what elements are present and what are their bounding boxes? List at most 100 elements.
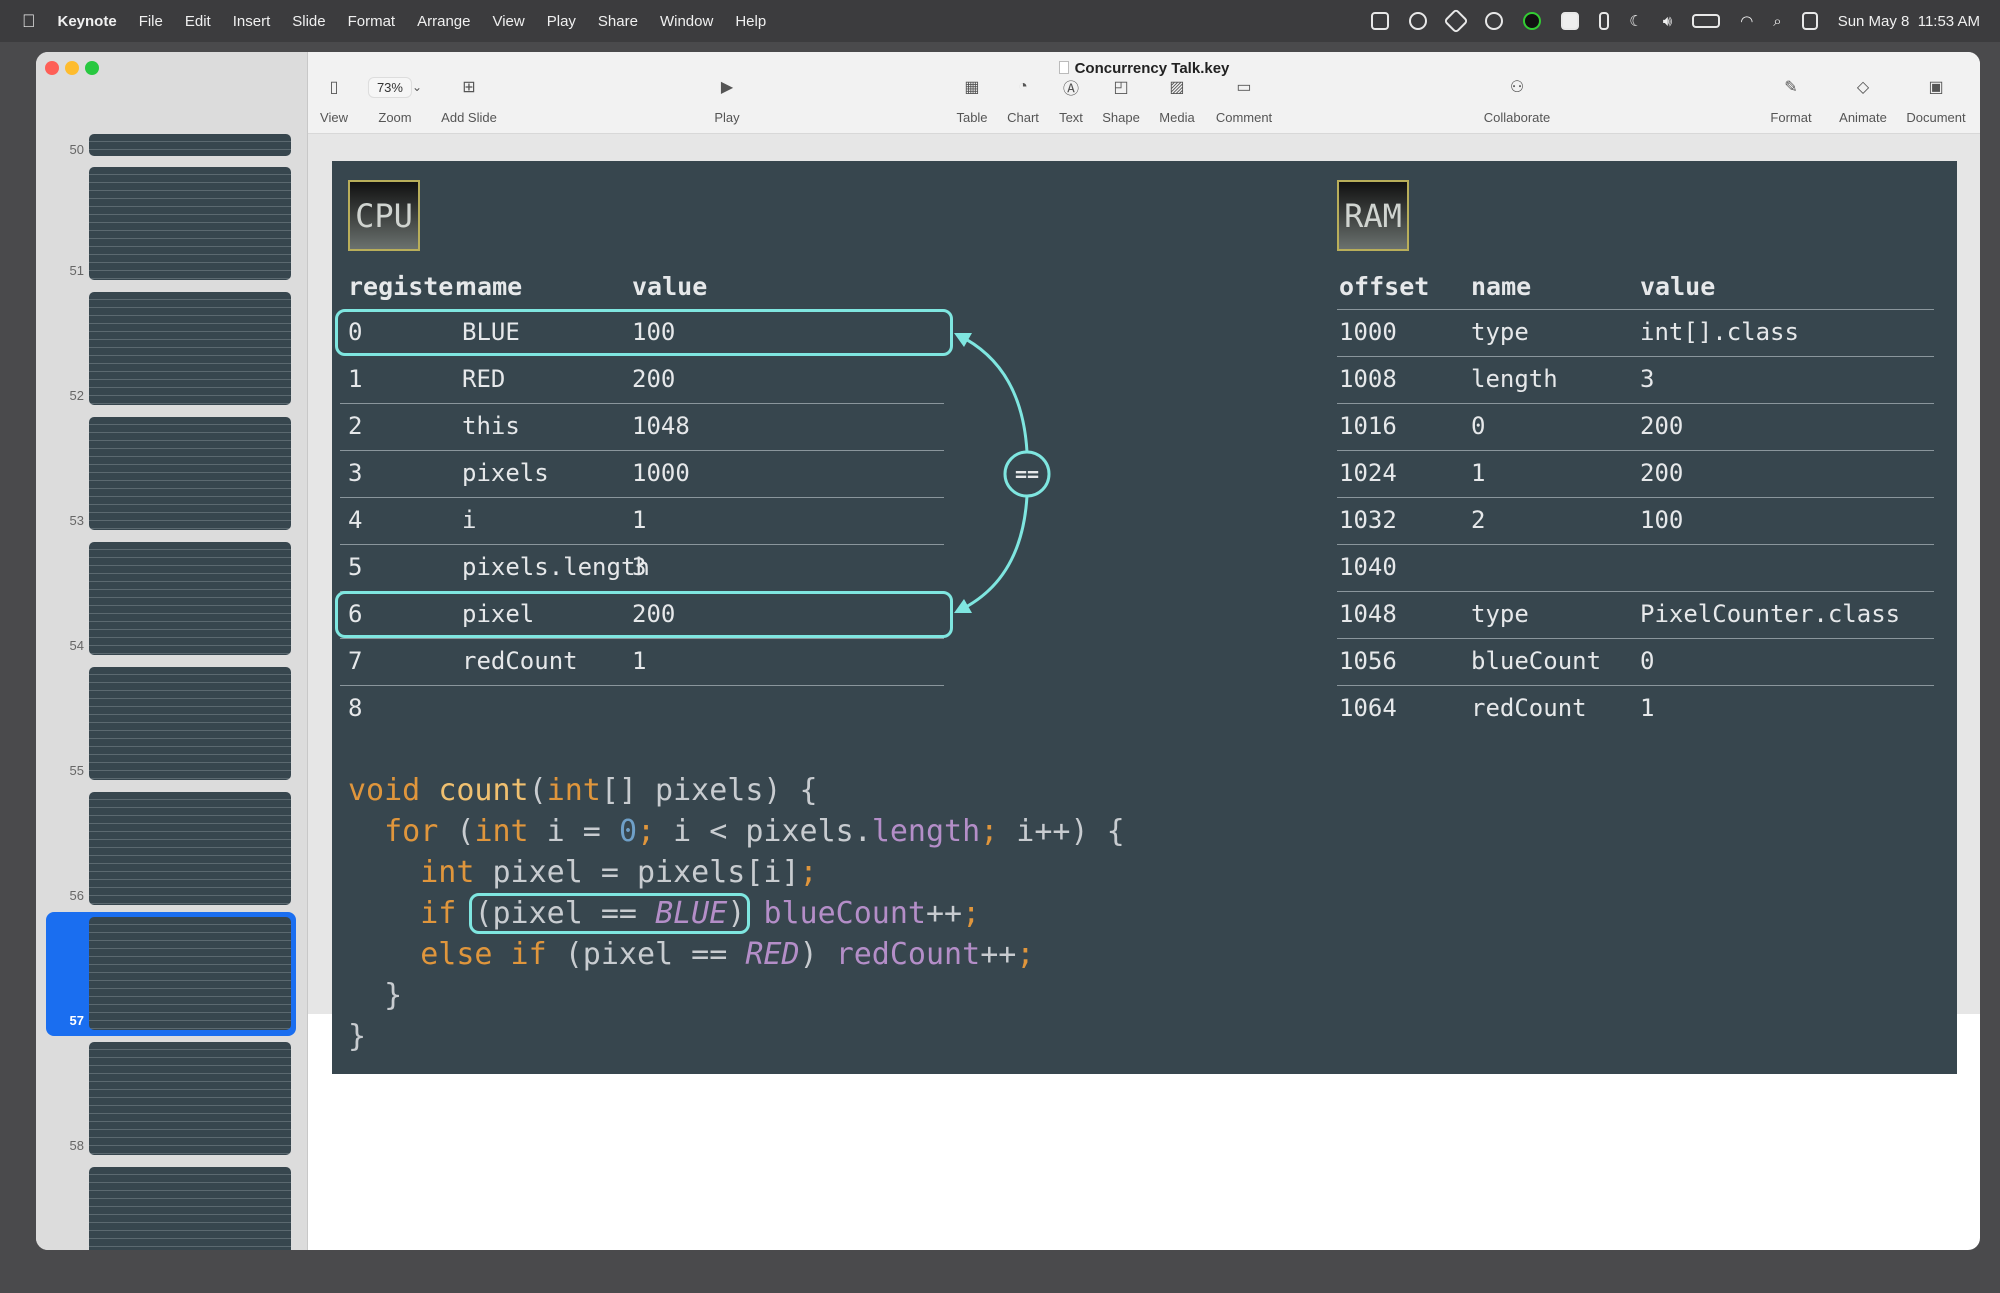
comparison-highlight: (pixel == BLUE) [469, 893, 751, 934]
close-button[interactable] [45, 61, 59, 75]
status-network-icon[interactable] [1409, 12, 1428, 30]
code-token: int [474, 814, 529, 849]
status-drive-icon[interactable] [1561, 12, 1580, 30]
shape-icon: ◰ [1113, 79, 1129, 96]
keynote-window: 50 51 52 53 54 55 56 57 58 Concurrency Talk.key … [36, 52, 1980, 1250]
zoom-select: 73% ⌄ [367, 76, 423, 98]
menu-insert[interactable]: Insert [233, 13, 271, 30]
toolbar-shape-button[interactable]: ◰ Shape [1102, 76, 1140, 125]
code-token: ( [438, 814, 475, 849]
sidebar-icon: ▯ [329, 79, 339, 96]
add-slide-icon: ⊞ [462, 79, 476, 96]
menu-help[interactable]: Help [735, 13, 766, 30]
menu-clock[interactable]: Sun May 8 11:53 AM [1838, 13, 1980, 30]
minimize-button[interactable] [65, 61, 79, 75]
toolbar-label: View [320, 110, 348, 125]
code-token: ) [727, 896, 746, 931]
slide-thumbnail-58[interactable] [89, 1042, 291, 1155]
toolbar-media-button[interactable]: ▨ Media [1159, 76, 1194, 125]
slide-thumbnail-50[interactable] [89, 134, 291, 156]
menu-file[interactable]: File [139, 13, 163, 30]
code-token: void [348, 773, 421, 808]
toolbar-collaborate-button[interactable]: ⚇ Collaborate [1484, 76, 1551, 125]
menu-format[interactable]: Format [348, 13, 396, 30]
slide-thumbnail-52[interactable] [89, 292, 291, 405]
code-block: void count(int[] pixels) { for (int i = … [348, 770, 1125, 1057]
do-not-disturb-icon[interactable]: ☾ [1629, 12, 1642, 30]
menu-app-name[interactable]: Keynote [58, 13, 117, 30]
toolbar-view-button[interactable]: ▯ View [320, 76, 348, 125]
document-icon [1058, 61, 1069, 74]
document-title: Concurrency Talk.key [308, 60, 1980, 77]
menu-view[interactable]: View [492, 13, 524, 30]
menu-edit[interactable]: Edit [185, 13, 211, 30]
menu-slide[interactable]: Slide [292, 13, 325, 30]
menu-play[interactable]: Play [547, 13, 576, 30]
toolbar-chart-button[interactable]: ◔ Chart [1007, 76, 1039, 125]
menu-share[interactable]: Share [598, 13, 638, 30]
slide-number: 57 [69, 1013, 84, 1028]
status-script-icon[interactable] [1523, 12, 1542, 30]
toolbar-comment-button[interactable]: ▭ Comment [1216, 76, 1272, 125]
code-token: [] pixels) { [600, 773, 818, 808]
toolbar-document-button[interactable]: ▣ Document [1906, 76, 1965, 125]
toolbar-add-slide-button[interactable]: ⊞ Add Slide [441, 76, 497, 125]
toolbar-table-button[interactable]: ▦ Table [956, 76, 987, 125]
volume-icon[interactable]: 🔊︎ [1663, 13, 1672, 30]
code-line: } [348, 975, 1125, 1016]
control-center-icon[interactable] [1801, 12, 1818, 30]
menu-arrange[interactable]: Arrange [417, 13, 470, 30]
slide-number: 58 [69, 1138, 84, 1153]
code-token: 0 [618, 814, 637, 849]
toolbar-label: Table [956, 110, 988, 125]
code-token: } [348, 1019, 367, 1054]
status-phone-icon[interactable] [1599, 12, 1610, 30]
zoom-select[interactable]: 73% [367, 76, 412, 98]
toolbar-label: Format [1770, 110, 1812, 125]
slide-number: 51 [69, 263, 84, 278]
code-token: i++) { [998, 814, 1125, 849]
slide[interactable]: CPU RAM register name value 0 BLUE 100 1 RED 200… [332, 161, 1957, 1074]
toolbar-label: Animate [1839, 110, 1887, 125]
slide-thumbnail-56[interactable] [89, 792, 291, 905]
spotlight-icon[interactable]: ⌕ [1773, 13, 1781, 30]
code-token: ; [962, 896, 981, 931]
status-app-icon[interactable] [1371, 12, 1390, 30]
slide-thumbnail[interactable] [89, 1167, 291, 1250]
toolbar-animate-button[interactable]: ◇ Animate [1839, 76, 1887, 125]
toolbar-zoom-button[interactable]: 73% ⌄ Zoom [367, 76, 423, 125]
menu-window[interactable]: Window [660, 13, 713, 30]
slide-canvas[interactable]: CPU RAM register name value 0 BLUE 100 1 RED 200… [308, 134, 1980, 1074]
code-token: ; [980, 814, 999, 849]
status-sync-icon[interactable] [1443, 8, 1470, 34]
zoom-button[interactable] [85, 61, 99, 75]
slide-thumbnail-57[interactable] [89, 917, 291, 1030]
toolbar: Concurrency Talk.key ▯ View 73% ⌄ Zoom ⊞ Add … [308, 52, 1980, 134]
slide-thumbnail-55[interactable] [89, 667, 291, 780]
slide-thumbnail-53[interactable] [89, 417, 291, 530]
wifi-icon[interactable]: ◠ [1740, 12, 1753, 30]
toolbar-play-button[interactable]: ▶ Play [714, 76, 739, 125]
code-token: int [546, 773, 601, 808]
comment-icon: ▭ [1236, 79, 1252, 96]
code-token: blueCount [763, 896, 926, 931]
code-line: void count(int[] pixels) { [348, 770, 1125, 811]
code-token: int [348, 855, 475, 890]
code-token: count [438, 773, 529, 808]
code-token: ++ [980, 937, 1017, 972]
toolbar-format-button[interactable]: ✎ Format [1770, 76, 1811, 125]
menu-bar:  Keynote File Edit Insert Slide Format Arran… [0, 0, 2000, 42]
arrow-to-pixel [957, 495, 1029, 613]
slide-number: 55 [69, 763, 84, 778]
code-line: int pixel = pixels[i]; [348, 852, 1125, 893]
slide-thumbnail-51[interactable] [89, 167, 291, 280]
chevron-down-icon: ⌄ [411, 80, 423, 94]
apple-menu-icon[interactable]:  [22, 11, 36, 32]
toolbar-label: Chart [1007, 110, 1039, 125]
battery-icon[interactable] [1692, 14, 1721, 28]
status-password-icon[interactable] [1485, 12, 1504, 30]
arrow-to-blue [957, 333, 1029, 453]
slide-navigator[interactable]: 50 51 52 53 54 55 56 57 58 [36, 52, 308, 1250]
toolbar-text-button[interactable]: Ⓐ Text [1059, 76, 1083, 125]
slide-thumbnail-54[interactable] [89, 542, 291, 655]
